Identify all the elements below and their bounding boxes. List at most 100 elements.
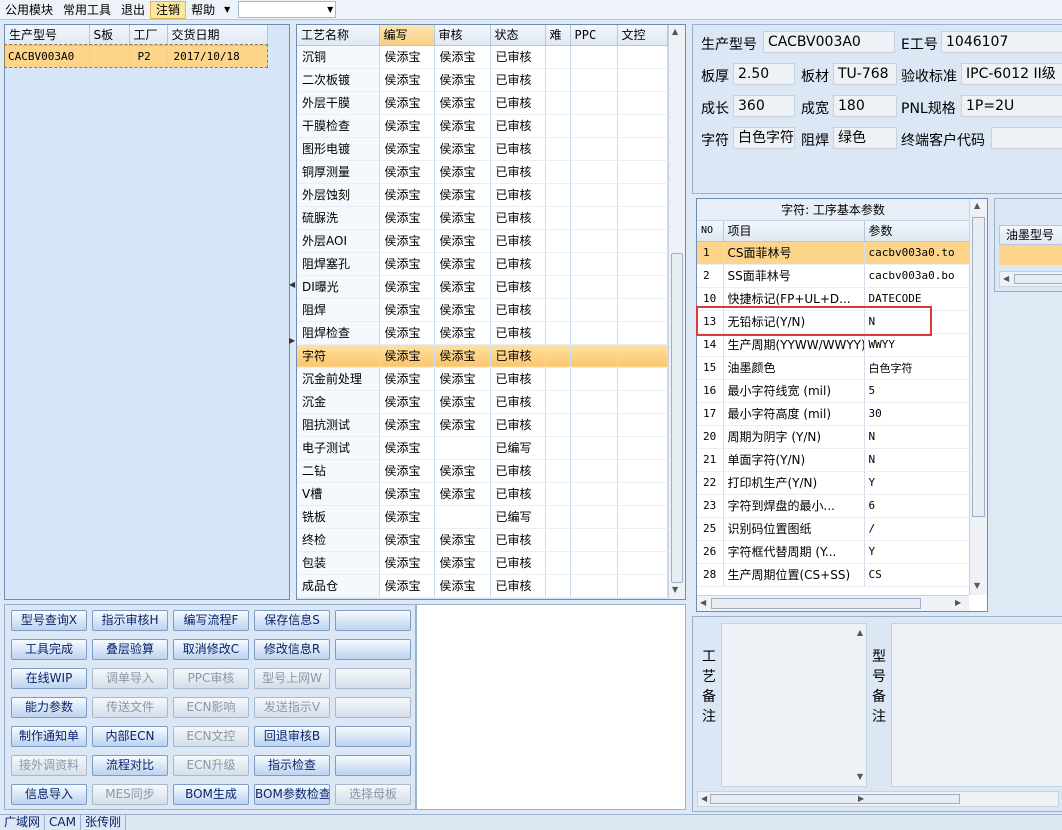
ppc-cell[interactable] [570, 321, 618, 345]
process-vertical-scrollbar[interactable]: ▲ ▼ [668, 25, 685, 599]
process-name-cell[interactable]: 沉金前处理 [297, 367, 380, 391]
status-cell[interactable]: 已审核 [490, 344, 546, 368]
table-row[interactable]: 铣板 侯添宝 已编写 [297, 505, 668, 529]
model-remark-textarea[interactable] [891, 623, 1062, 787]
ppc-cell[interactable] [570, 252, 618, 276]
difficulty-cell[interactable] [545, 367, 571, 391]
author-cell[interactable]: 侯添宝 [379, 91, 435, 115]
action-button[interactable]: 在线WIP [11, 668, 87, 689]
difficulty-cell[interactable] [545, 183, 571, 207]
action-button[interactable]: 接外调资料 [11, 755, 87, 776]
process-name-cell[interactable]: 铜厚测量 [297, 160, 380, 184]
status-cell[interactable]: 已审核 [490, 574, 546, 598]
reviewer-cell[interactable]: 侯添宝 [434, 45, 491, 69]
table-row[interactable]: CACBV003A0 P2 2017/10/18 [4, 44, 268, 68]
reviewer-cell[interactable]: 侯添宝 [434, 160, 491, 184]
material-value[interactable]: TU-768 [833, 63, 897, 85]
param-value-cell[interactable]: cacbv003a0.bo [864, 264, 970, 288]
param-no-cell[interactable]: 21 [697, 448, 724, 472]
order-s-board-cell[interactable] [89, 45, 130, 67]
action-button[interactable]: 内部ECN [92, 726, 168, 747]
reviewer-cell[interactable]: 侯添宝 [434, 321, 491, 345]
process-name-cell[interactable]: 二钻 [297, 459, 380, 483]
author-cell[interactable]: 侯添宝 [379, 321, 435, 345]
param-no-cell[interactable]: 22 [697, 471, 724, 495]
difficulty-cell[interactable] [545, 298, 571, 322]
action-button[interactable]: ECN影响 [173, 697, 249, 718]
table-row[interactable]: 电子测试 侯添宝 已编写 [297, 436, 668, 460]
doc-control-cell[interactable] [617, 252, 668, 276]
action-button[interactable]: 发送指示V [254, 697, 330, 718]
table-row[interactable]: 二钻 侯添宝 侯添宝 已审核 [297, 459, 668, 483]
ppc-cell[interactable] [570, 459, 618, 483]
action-button[interactable]: 指示检查 [254, 755, 330, 776]
ppc-cell[interactable] [570, 68, 618, 92]
table-row[interactable]: DI曝光 侯添宝 侯添宝 已审核 [297, 275, 668, 299]
process-name-cell[interactable]: 外层AOI [297, 229, 380, 253]
table-row[interactable]: 硫脲洗 侯添宝 侯添宝 已审核 [297, 206, 668, 230]
doc-control-cell[interactable] [617, 436, 668, 460]
ppc-cell[interactable] [570, 229, 618, 253]
table-row[interactable]: 外层AOI 侯添宝 侯添宝 已审核 [297, 229, 668, 253]
table-row[interactable]: 干膜检查 侯添宝 侯添宝 已审核 [297, 114, 668, 138]
process-name-cell[interactable]: 沉金 [297, 390, 380, 414]
status-cell[interactable]: 已审核 [490, 528, 546, 552]
author-cell[interactable]: 侯添宝 [379, 436, 435, 460]
doc-control-cell[interactable] [617, 505, 668, 529]
blank-button[interactable] [335, 697, 411, 718]
doc-control-cell[interactable] [617, 206, 668, 230]
column-header-delivery-date[interactable]: 交货日期 [167, 25, 268, 46]
char-value[interactable]: 白色字符 [733, 127, 795, 149]
table-row[interactable]: 26 字符框代替周期 (Y... Y [697, 540, 970, 564]
action-button[interactable]: 能力参数 [11, 697, 87, 718]
difficulty-cell[interactable] [545, 275, 571, 299]
author-cell[interactable]: 侯添宝 [379, 413, 435, 437]
doc-control-cell[interactable] [617, 321, 668, 345]
column-header-reviewer[interactable]: 审核 [434, 25, 491, 46]
scroll-down-arrow-icon[interactable]: ▼ [672, 585, 678, 594]
table-row[interactable]: 14 生产周期(YYWW/WWYY) WWYY [697, 333, 970, 357]
status-cell[interactable]: 已审核 [490, 367, 546, 391]
reviewer-cell[interactable]: 侯添宝 [434, 252, 491, 276]
ppc-cell[interactable] [570, 390, 618, 414]
param-value-cell[interactable]: 白色字符 [864, 356, 970, 380]
customer-value[interactable] [991, 127, 1062, 149]
ppc-cell[interactable] [570, 574, 618, 598]
table-row[interactable]: 字符 侯添宝 侯添宝 已审核 [297, 344, 668, 368]
reviewer-cell[interactable]: 侯添宝 [434, 91, 491, 115]
author-cell[interactable]: 侯添宝 [379, 528, 435, 552]
param-item-cell[interactable]: 单面字符(Y/N) [723, 448, 865, 472]
table-row[interactable]: V槽 侯添宝 侯添宝 已审核 [297, 482, 668, 506]
param-value-cell[interactable]: Y [864, 540, 970, 564]
status-cell[interactable]: 已审核 [490, 551, 546, 575]
difficulty-cell[interactable] [545, 436, 571, 460]
status-cell[interactable]: 已审核 [490, 321, 546, 345]
status-cell[interactable]: 已审核 [490, 298, 546, 322]
difficulty-cell[interactable] [545, 413, 571, 437]
author-cell[interactable]: 侯添宝 [379, 252, 435, 276]
status-cell[interactable]: 已审核 [490, 114, 546, 138]
table-row[interactable]: 17 最小字符高度 (mil) 30 [697, 402, 970, 426]
remarks-horizontal-scrollbar[interactable]: ◀ ▶ [697, 791, 1059, 807]
doc-control-cell[interactable] [617, 183, 668, 207]
difficulty-cell[interactable] [545, 91, 571, 115]
reviewer-cell[interactable]: 侯添宝 [434, 298, 491, 322]
author-cell[interactable]: 侯添宝 [379, 344, 435, 368]
table-row[interactable]: 包装 侯添宝 侯添宝 已审核 [297, 551, 668, 575]
doc-control-cell[interactable] [617, 551, 668, 575]
column-header-no[interactable]: NO [697, 221, 724, 242]
column-header-difficulty[interactable]: 难 [545, 25, 571, 46]
author-cell[interactable]: 侯添宝 [379, 298, 435, 322]
table-row[interactable]: 23 字符到焊盘的最小... 6 [697, 494, 970, 518]
thickness-value[interactable]: 2.50 [733, 63, 795, 85]
scroll-left-arrow-icon[interactable]: ◀ [701, 794, 707, 803]
chevron-down-icon[interactable]: ▼ [327, 2, 333, 17]
dropdown-arrow-icon[interactable]: ▼ [220, 5, 234, 14]
param-value-cell[interactable]: WWYY [864, 333, 970, 357]
menu-help[interactable]: 帮助 [186, 1, 220, 19]
action-button[interactable]: 信息导入 [11, 784, 87, 805]
param-no-cell[interactable]: 28 [697, 563, 724, 587]
process-remark-textarea[interactable]: ▲ ▼ [721, 623, 867, 787]
table-row[interactable]: 22 打印机生产(Y/N) Y [697, 471, 970, 495]
process-name-cell[interactable]: 电子测试 [297, 436, 380, 460]
